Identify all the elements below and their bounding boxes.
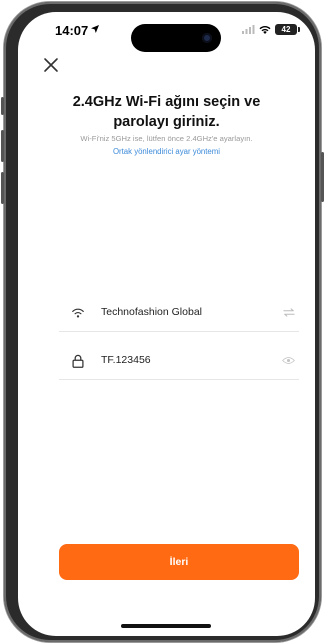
password-field[interactable]: TF.123456 xyxy=(59,345,299,380)
screen: 14:07 42 2.4GHz Wi-Fi ağını seçin ve par… xyxy=(18,12,315,636)
close-button[interactable] xyxy=(42,56,60,74)
battery-icon: 42 xyxy=(275,24,300,35)
battery-level: 42 xyxy=(281,25,291,34)
page-title: 2.4GHz Wi-Fi ağını seçin ve parolayı gir… xyxy=(38,92,295,132)
eye-icon[interactable] xyxy=(282,356,295,365)
title-line-1: 2.4GHz Wi-Fi ağını seçin ve xyxy=(72,94,261,110)
wifi-icon xyxy=(72,308,84,318)
wifi-name-value: Technofashion Global xyxy=(101,306,202,318)
power-button xyxy=(321,152,324,202)
volume-up-button xyxy=(1,130,4,162)
action-button xyxy=(1,97,4,115)
volume-down-button xyxy=(1,172,4,204)
title-line-2: parolayı giriniz. xyxy=(113,114,220,130)
location-arrow-icon xyxy=(91,25,99,33)
next-button[interactable]: İleri xyxy=(59,544,299,580)
phone-frame: 14:07 42 2.4GHz Wi-Fi ağını seçin ve par… xyxy=(1,2,324,642)
status-time: 14:07 xyxy=(55,23,89,38)
subtitle-5ghz-note: Wi-Fi'niz 5GHz ise, lütfen önce 2.4GHz'e… xyxy=(80,134,253,143)
lock-icon xyxy=(72,354,84,368)
signal-icon xyxy=(242,25,255,34)
router-guide-link[interactable]: Ortak yönlendirici ayar yöntemi xyxy=(28,147,305,156)
password-value: TF.123456 xyxy=(101,354,151,366)
swap-icon[interactable] xyxy=(283,308,295,317)
wifi-name-field[interactable]: Technofashion Global xyxy=(59,297,299,332)
dynamic-island xyxy=(131,24,221,52)
close-icon xyxy=(44,58,58,72)
status-bar: 14:07 42 xyxy=(18,12,315,52)
wifi-status-icon xyxy=(259,25,271,34)
home-indicator[interactable] xyxy=(121,624,211,628)
status-icons: 42 xyxy=(242,24,300,35)
camera-icon xyxy=(202,33,212,43)
